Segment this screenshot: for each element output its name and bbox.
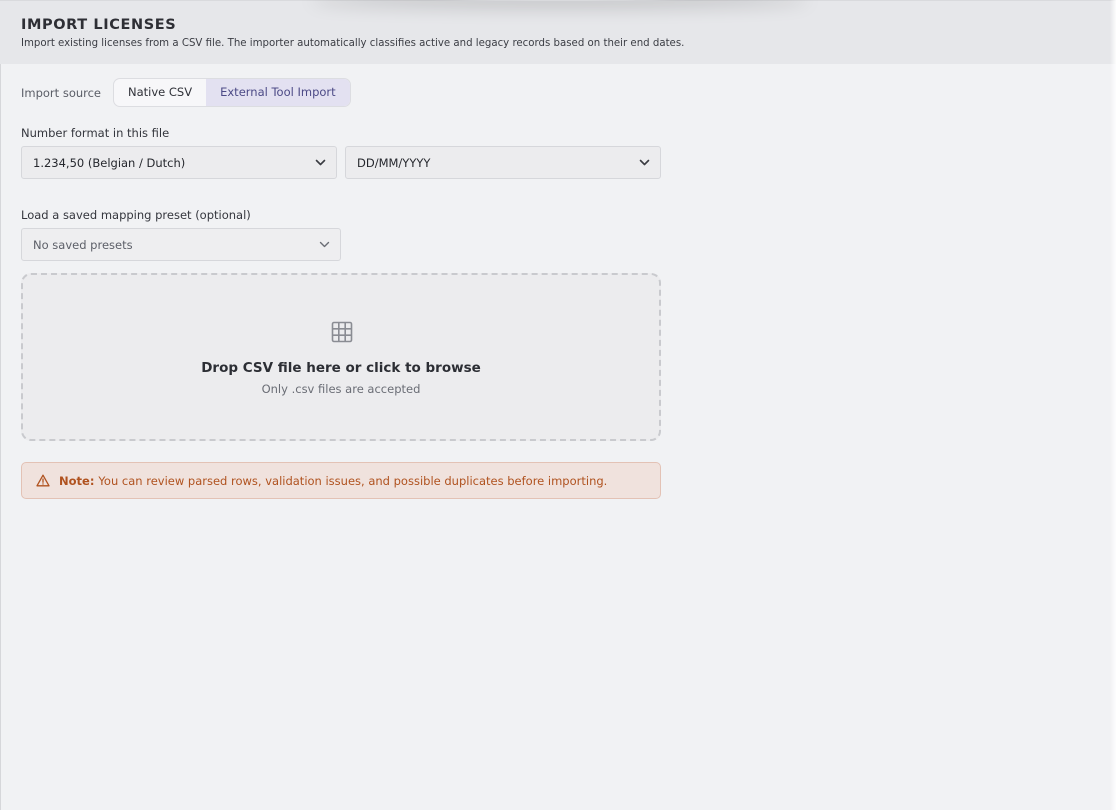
dropzone-title: Drop CSV file here or click to browse	[201, 360, 481, 376]
import-source-label: Import source	[21, 85, 102, 100]
chevron-down-icon	[319, 241, 330, 248]
warning-icon	[36, 474, 50, 487]
preset-select[interactable]: No saved presets	[21, 228, 341, 261]
csv-dropzone[interactable]: Drop CSV file here or click to browse On…	[21, 273, 661, 441]
note-banner: Note: You can review parsed rows, valida…	[21, 462, 661, 499]
chevron-down-icon	[639, 159, 650, 166]
chevron-down-icon	[315, 159, 326, 166]
right-edge-fade	[1110, 0, 1116, 810]
import-source-toggle: Native CSV External Tool Import	[113, 78, 351, 107]
note-text: You can review parsed rows, validation i…	[98, 473, 608, 488]
external-tool-import-option[interactable]: External Tool Import	[206, 79, 350, 106]
preset-value: No saved presets	[33, 237, 133, 252]
native-csv-option[interactable]: Native CSV	[114, 79, 206, 106]
page-description: Import existing licenses from a CSV file…	[21, 38, 685, 49]
dropzone-subtitle: Only .csv files are accepted	[261, 382, 421, 396]
table-grid-icon	[331, 321, 353, 343]
import-source-row: Import source Native CSV External Tool I…	[21, 78, 351, 107]
date-format-value: DD/MM/YYYY	[357, 155, 431, 170]
note-label: Note:	[59, 473, 95, 488]
left-border	[0, 64, 1, 810]
header-shadow	[310, 0, 810, 1]
page-title: IMPORT LICENSES	[21, 17, 177, 33]
number-format-value: 1.234,50 (Belgian / Dutch)	[33, 155, 186, 170]
page-header: IMPORT LICENSES Import existing licenses…	[0, 0, 1116, 64]
date-format-select[interactable]: DD/MM/YYYY	[345, 146, 661, 179]
number-format-select[interactable]: 1.234,50 (Belgian / Dutch)	[21, 146, 337, 179]
number-format-label: Number format in this file	[21, 126, 170, 140]
preset-label: Load a saved mapping preset (optional)	[21, 208, 251, 222]
